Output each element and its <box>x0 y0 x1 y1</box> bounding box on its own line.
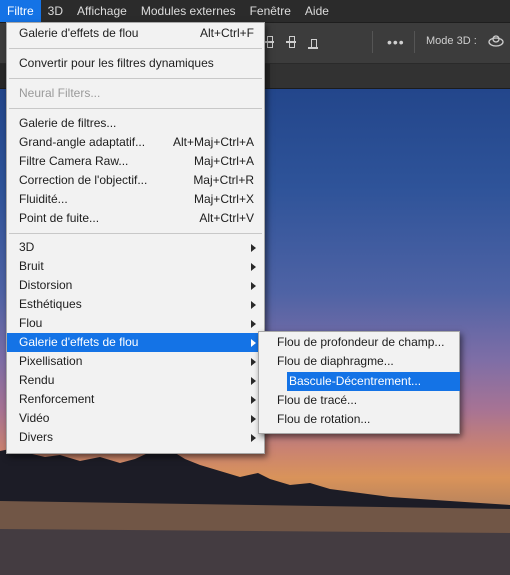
menu-3d[interactable]: 3D <box>41 0 70 22</box>
submenu-arrow-icon <box>251 339 256 347</box>
submenu-item-tilt-shift[interactable]: Bascule-Décentrement... <box>287 372 460 391</box>
menu-item-label: Rendu <box>19 373 55 387</box>
mode-3d-label: Mode 3D : <box>426 35 477 47</box>
menu-item-convert-smart-filters[interactable]: Convertir pour les filtres dynamiques <box>7 54 264 73</box>
menu-item-label: Flou de rotation... <box>277 412 371 426</box>
menu-item-label: Vidéo <box>19 411 50 425</box>
submenu-arrow-icon <box>251 396 256 404</box>
menu-item-label: Distorsion <box>19 278 73 292</box>
menu-item-3d[interactable]: 3D <box>7 238 264 257</box>
menu-item-label: Fluidité... <box>19 192 68 206</box>
menu-item-label: Flou <box>19 316 43 330</box>
blur-gallery-submenu: Flou de profondeur de champ... Flou de d… <box>258 331 460 434</box>
menu-item-video[interactable]: Vidéo <box>7 409 264 428</box>
menu-divider <box>9 78 262 79</box>
menu-item-neural-filters: Neural Filters... <box>7 84 264 103</box>
menu-item-blur-gallery[interactable]: Galerie d'effets de flou <box>7 333 264 352</box>
submenu-item-path-blur[interactable]: Flou de tracé... <box>259 391 459 410</box>
menu-divider <box>9 108 262 109</box>
menu-item-camera-raw[interactable]: Filtre Camera Raw... Maj+Ctrl+A <box>7 152 264 171</box>
menu-bar: Filtre 3D Affichage Modules externes Fen… <box>0 0 510 23</box>
menu-item-divers[interactable]: Divers <box>7 428 264 447</box>
menu-divider <box>9 48 262 49</box>
more-dots-icon[interactable]: ••• <box>387 34 405 50</box>
menu-item-rendu[interactable]: Rendu <box>7 371 264 390</box>
menu-item-label: Filtre Camera Raw... <box>19 154 129 168</box>
submenu-arrow-icon <box>251 282 256 290</box>
menu-fenetre[interactable]: Fenêtre <box>243 0 298 22</box>
submenu-item-field-blur[interactable]: Flou de profondeur de champ... <box>259 333 459 352</box>
menu-item-label: 3D <box>19 240 35 254</box>
submenu-item-iris-blur[interactable]: Flou de diaphragme... <box>259 352 459 371</box>
menu-aide[interactable]: Aide <box>298 0 336 22</box>
menu-item-esthetiques[interactable]: Esthétiques <box>7 295 264 314</box>
menu-item-label: Point de fuite... <box>19 211 100 225</box>
menu-item-label: Esthétiques <box>19 297 82 311</box>
submenu-arrow-icon <box>251 377 256 385</box>
menu-item-bruit[interactable]: Bruit <box>7 257 264 276</box>
submenu-arrow-icon <box>251 358 256 366</box>
menu-item-label: Neural Filters... <box>19 86 101 100</box>
submenu-arrow-icon <box>251 415 256 423</box>
menu-item-label: Bruit <box>19 259 44 273</box>
submenu-arrow-icon <box>251 301 256 309</box>
menu-item-label: Convertir pour les filtres dynamiques <box>19 56 214 70</box>
menu-item-liquify[interactable]: Fluidité... Maj+Ctrl+X <box>7 190 264 209</box>
menu-item-distorsion[interactable]: Distorsion <box>7 276 264 295</box>
menu-item-label: Bascule-Décentrement... <box>289 374 422 388</box>
menu-item-shortcut: Alt+Ctrl+V <box>199 211 254 225</box>
menu-item-last-filter[interactable]: Galerie d'effets de flou Alt+Ctrl+F <box>7 24 264 43</box>
menu-item-label: Flou de tracé... <box>277 393 358 407</box>
menu-item-label: Flou de diaphragme... <box>277 354 394 368</box>
menu-item-label: Galerie d'effets de flou <box>19 26 139 40</box>
submenu-arrow-icon <box>251 320 256 328</box>
orbit-3d-icon[interactable] <box>487 33 505 49</box>
toolbar-divider <box>414 31 415 53</box>
menu-item-label: Correction de l'objectif... <box>19 173 148 187</box>
menu-item-pixellisation[interactable]: Pixellisation <box>7 352 264 371</box>
menu-filtre[interactable]: Filtre <box>0 0 41 22</box>
align-bottom-icon[interactable] <box>306 35 320 49</box>
menu-item-label: Galerie d'effets de flou <box>19 335 139 349</box>
menu-affichage[interactable]: Affichage <box>70 0 134 22</box>
menu-item-lens-correction[interactable]: Correction de l'objectif... Maj+Ctrl+R <box>7 171 264 190</box>
menu-item-shortcut: Maj+Ctrl+R <box>193 173 254 187</box>
submenu-item-spin-blur[interactable]: Flou de rotation... <box>259 410 459 429</box>
menu-item-shortcut: Maj+Ctrl+A <box>193 154 254 168</box>
menu-item-renforcement[interactable]: Renforcement <box>7 390 264 409</box>
align-center-icon[interactable] <box>284 35 298 49</box>
menu-item-adaptive-wide-angle[interactable]: Grand-angle adaptatif... Alt+Maj+Ctrl+A <box>7 133 264 152</box>
menu-item-label: Grand-angle adaptatif... <box>19 135 146 149</box>
menu-item-label: Renforcement <box>19 392 95 406</box>
menu-item-filter-gallery[interactable]: Galerie de filtres... <box>7 114 264 133</box>
menu-item-shortcut: Maj+Ctrl+X <box>193 192 254 206</box>
submenu-arrow-icon <box>251 434 256 442</box>
align-icons-group <box>262 35 320 49</box>
submenu-arrow-icon <box>251 244 256 252</box>
menu-item-vanishing-point[interactable]: Point de fuite... Alt+Ctrl+V <box>7 209 264 228</box>
menu-modules-externes[interactable]: Modules externes <box>134 0 243 22</box>
menu-item-label: Flou de profondeur de champ... <box>277 335 445 349</box>
menu-item-shortcut: Alt+Maj+Ctrl+A <box>172 135 254 149</box>
toolbar-divider <box>372 31 373 53</box>
submenu-arrow-icon <box>251 263 256 271</box>
menu-item-flou[interactable]: Flou <box>7 314 264 333</box>
menu-divider <box>9 233 262 234</box>
menu-item-label: Pixellisation <box>19 354 83 368</box>
menu-item-label: Galerie de filtres... <box>19 116 117 130</box>
filter-menu: Galerie d'effets de flou Alt+Ctrl+F Conv… <box>6 22 265 454</box>
menu-item-label: Divers <box>19 430 54 444</box>
menu-item-shortcut: Alt+Ctrl+F <box>199 26 254 40</box>
document-tab[interactable] <box>270 64 510 88</box>
